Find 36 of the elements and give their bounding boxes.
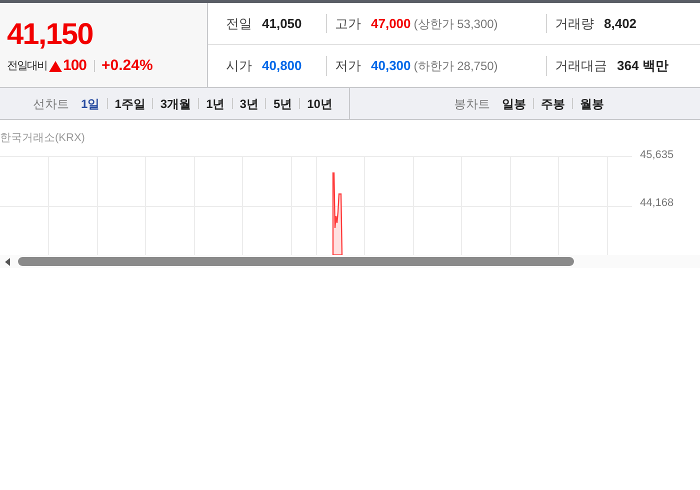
tab-group-label: 선차트 <box>33 96 69 112</box>
stat-label: 거래대금 <box>555 57 607 76</box>
period-tab[interactable]: 1년 <box>206 94 225 112</box>
period-tab[interactable]: 5년 <box>273 94 292 112</box>
period-tab[interactable]: 월봉 <box>580 94 604 112</box>
horizontal-scrollbar[interactable] <box>18 257 574 266</box>
period-tab[interactable]: 1주일 <box>114 94 146 112</box>
price-limit-note: (하한가 28,750) <box>414 58 498 75</box>
stat-label: 저가 <box>335 57 361 76</box>
data-source-label: 한국거래소(KRX) <box>0 131 85 146</box>
period-tab[interactable]: 주봉 <box>541 94 565 112</box>
stat-value: 8,402 <box>604 14 637 33</box>
period-tab[interactable]: 3년 <box>240 94 258 112</box>
change-rate: +0.24% <box>102 56 153 76</box>
stat-value: 47,000 <box>371 14 411 33</box>
tab-group-label: 봉차트 <box>454 96 490 112</box>
stat-value: 40,300 <box>371 57 411 76</box>
period-tab[interactable]: 3개월 <box>160 94 192 112</box>
y-axis-label: 45,635 <box>640 148 674 162</box>
price-change: 100 <box>63 56 87 76</box>
stat-label: 고가 <box>335 14 361 33</box>
stat-label: 거래량 <box>555 14 594 33</box>
period-tab[interactable]: 1일 <box>81 94 100 112</box>
scroll-left-arrow-icon[interactable] <box>5 258 10 266</box>
stat-label: 시가 <box>226 57 252 76</box>
period-tab[interactable]: 일봉 <box>502 94 526 112</box>
change-label: 전일대비 <box>7 59 47 74</box>
period-tab[interactable]: 10년 <box>307 94 332 112</box>
y-axis-label: 44,168 <box>640 196 674 210</box>
stat-value: 364 백만 <box>617 57 668 76</box>
stat-value: 40,800 <box>262 57 302 76</box>
stat-label: 전일 <box>226 14 252 33</box>
price-limit-note: (상한가 53,300) <box>414 16 498 32</box>
stat-value: 41,050 <box>262 14 302 33</box>
up-triangle-icon <box>49 60 62 72</box>
current-price: 41,150 <box>7 19 93 51</box>
